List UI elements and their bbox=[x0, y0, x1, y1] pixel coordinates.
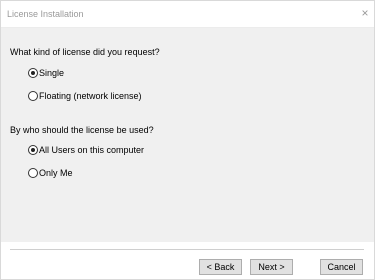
license-kind-question: What kind of license did you request? bbox=[10, 47, 160, 57]
radio-floating[interactable]: Floating (network license) bbox=[28, 91, 142, 101]
cancel-button[interactable]: Cancel bbox=[320, 259, 363, 275]
radio-label-floating[interactable]: Floating (network license) bbox=[39, 91, 142, 101]
button-separator bbox=[10, 249, 364, 250]
radio-button-only-me[interactable] bbox=[28, 168, 38, 178]
radio-label-single[interactable]: Single bbox=[39, 68, 64, 78]
license-users-question: By who should the license be used? bbox=[10, 125, 154, 135]
radio-only-me[interactable]: Only Me bbox=[28, 168, 73, 178]
license-installation-dialog: License Installation × What kind of lice… bbox=[0, 0, 375, 280]
radio-label-only-me[interactable]: Only Me bbox=[39, 168, 73, 178]
dialog-title: License Installation bbox=[7, 9, 84, 19]
next-button[interactable]: Next > bbox=[250, 259, 293, 275]
radio-button-all-users[interactable] bbox=[28, 145, 38, 155]
radio-button-floating[interactable] bbox=[28, 91, 38, 101]
radio-all-users[interactable]: All Users on this computer bbox=[28, 145, 144, 155]
dialog-content: What kind of license did you request? Si… bbox=[1, 28, 374, 242]
radio-button-single[interactable] bbox=[28, 68, 38, 78]
radio-label-all-users[interactable]: All Users on this computer bbox=[39, 145, 144, 155]
back-button[interactable]: < Back bbox=[199, 259, 242, 275]
title-bar: License Installation × bbox=[1, 1, 374, 28]
close-icon[interactable]: × bbox=[358, 7, 372, 21]
radio-single[interactable]: Single bbox=[28, 68, 64, 78]
